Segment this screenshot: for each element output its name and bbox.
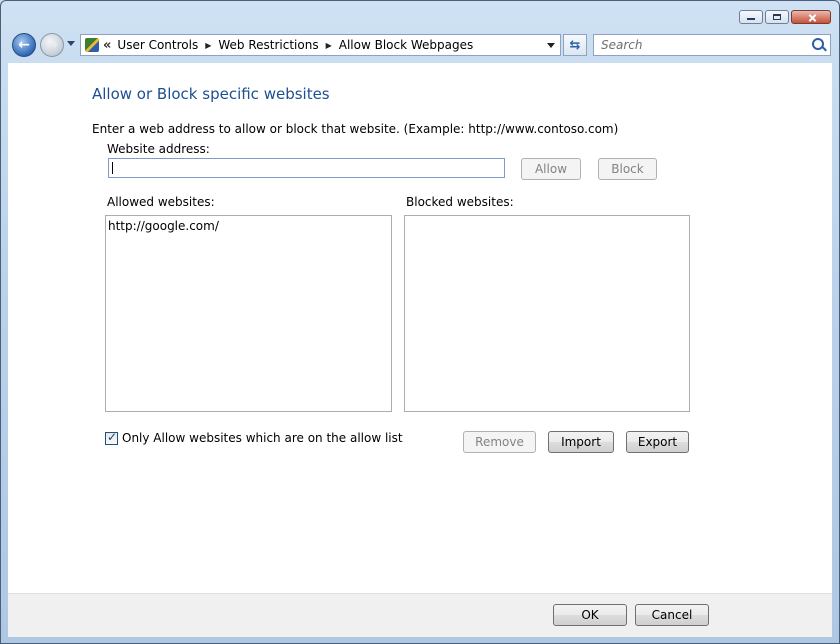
only-allow-label[interactable]: Only Allow websites which are on the all… [122, 431, 403, 445]
breadcrumb-arrow-icon[interactable]: ▶ [326, 41, 332, 50]
allowed-websites-list[interactable]: http://google.com/ [105, 215, 392, 412]
allowed-websites-label: Allowed websites: [107, 195, 215, 209]
page-title: Allow or Block specific websites [92, 85, 330, 103]
refresh-button[interactable]: ⇆ [563, 34, 587, 56]
export-button[interactable]: Export [626, 431, 689, 453]
blocked-websites-list[interactable] [404, 215, 690, 412]
back-button[interactable]: ← [12, 33, 36, 57]
cancel-button[interactable]: Cancel [635, 604, 709, 626]
breadcrumb-user-controls[interactable]: User Controls [117, 38, 198, 52]
maximize-button[interactable] [765, 10, 789, 24]
button-footer: OK Cancel [8, 593, 832, 637]
import-button[interactable]: Import [548, 431, 614, 453]
search-input[interactable] [599, 37, 803, 53]
breadcrumb-web-restrictions[interactable]: Web Restrictions [218, 38, 318, 52]
overflow-chevron[interactable]: « [103, 38, 111, 53]
refresh-icon: ⇆ [569, 37, 581, 53]
ok-button[interactable]: OK [553, 604, 627, 626]
forward-button[interactable]: → [40, 33, 64, 57]
block-button[interactable]: Block [598, 158, 657, 180]
breadcrumb-allow-block-webpages[interactable]: Allow Block Webpages [339, 38, 474, 52]
search-box[interactable] [593, 34, 831, 56]
website-address-field[interactable] [108, 158, 505, 178]
caption-buttons [739, 10, 831, 24]
arrow-right-icon: → [46, 37, 58, 53]
control-panel-icon [85, 38, 99, 52]
close-button[interactable] [791, 10, 831, 24]
breadcrumb-arrow-icon[interactable]: ▶ [205, 41, 211, 50]
text-caret [112, 162, 113, 174]
arrow-left-icon: ← [18, 37, 30, 53]
website-address-label: Website address: [107, 142, 210, 156]
blocked-websites-label: Blocked websites: [406, 195, 514, 209]
list-item[interactable]: http://google.com/ [108, 218, 389, 234]
recent-pages-dropdown-icon[interactable] [67, 41, 75, 46]
website-address-input[interactable] [109, 159, 504, 177]
remove-button[interactable]: Remove [463, 431, 536, 453]
minimize-button[interactable] [739, 10, 763, 24]
allow-button[interactable]: Allow [521, 158, 581, 180]
only-allow-checkbox[interactable] [105, 430, 118, 445]
address-dropdown-button[interactable] [542, 35, 560, 55]
address-bar[interactable]: « User Controls ▶ Web Restrictions ▶ All… [80, 34, 561, 56]
search-icon[interactable] [812, 38, 824, 50]
instructions-text: Enter a web address to allow or block th… [92, 122, 619, 136]
chevron-down-icon [547, 42, 555, 48]
only-allow-checkbox-row[interactable]: Only Allow websites which are on the all… [105, 430, 403, 445]
content-pane: Allow or Block specific websites Enter a… [8, 63, 832, 593]
